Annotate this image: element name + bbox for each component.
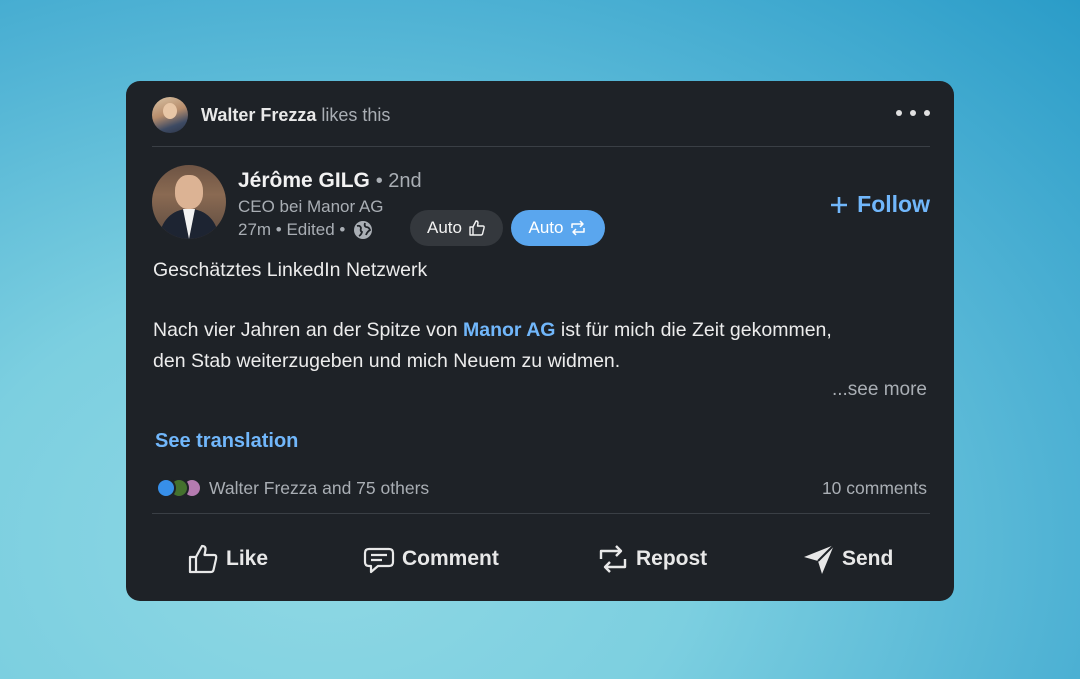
author-name[interactable]: Jérôme GILG [238,169,370,192]
author-headline: CEO bei Manor AG [238,197,384,216]
comments-count[interactable]: 10 comments [822,478,927,499]
header-divider [152,146,930,147]
globe-icon [354,221,373,239]
author-avatar[interactable] [152,165,226,239]
post-text-paragraph: Nach vier Jahren an der Spitze von Manor… [153,319,832,372]
follow-label: Follow [857,191,930,217]
repost-icon [599,545,627,573]
connection-degree: • 2nd [375,170,422,192]
thumbs-up-icon [469,220,485,236]
comment-icon [363,547,395,574]
send-label: Send [842,547,894,570]
mention-link[interactable]: Manor AG [463,319,555,341]
engagement-summary: Walter Frezza and 75 others 10 comments [156,476,927,500]
post-actions-bar: Like Comment Repost Send [126,537,954,587]
social-activity-header: Walter Frezza likes this [152,97,930,133]
repost-label: Repost [636,547,708,570]
like-reaction-icon [156,478,176,498]
auto-repost-button[interactable]: Auto [511,210,605,246]
comment-button[interactable]: Comment [362,537,499,581]
send-icon [804,544,835,574]
reactions-count[interactable]: Walter Frezza and 75 others [209,478,429,499]
post-meta: 27m • Edited • [238,220,346,239]
more-options-icon[interactable] [896,103,930,123]
auto-like-label: Auto [427,218,462,237]
repost-button[interactable]: Repost [596,537,707,581]
auto-like-button[interactable]: Auto [410,210,503,246]
like-button[interactable]: Like [186,537,268,581]
like-label: Like [226,547,269,570]
post-text-line1: Geschätztes LinkedIn Netzwerk [153,259,428,281]
actor-avatar[interactable] [152,97,188,133]
see-translation-link[interactable]: See translation [155,430,298,453]
actor-name[interactable]: Walter Frezza [201,105,316,125]
follow-button[interactable]: Follow [829,191,930,218]
comment-label: Comment [402,547,499,570]
feed-post-card: Walter Frezza likes this Jérôme GILG • 2… [126,81,954,601]
see-more-link[interactable]: ...see more [832,379,927,401]
repost-icon [571,220,586,236]
thumbs-up-icon [188,544,218,574]
activity-text: likes this [321,104,391,125]
auto-repost-label: Auto [528,218,564,237]
actions-divider [152,513,930,514]
plus-icon [831,196,848,213]
send-button[interactable]: Send [802,537,893,581]
